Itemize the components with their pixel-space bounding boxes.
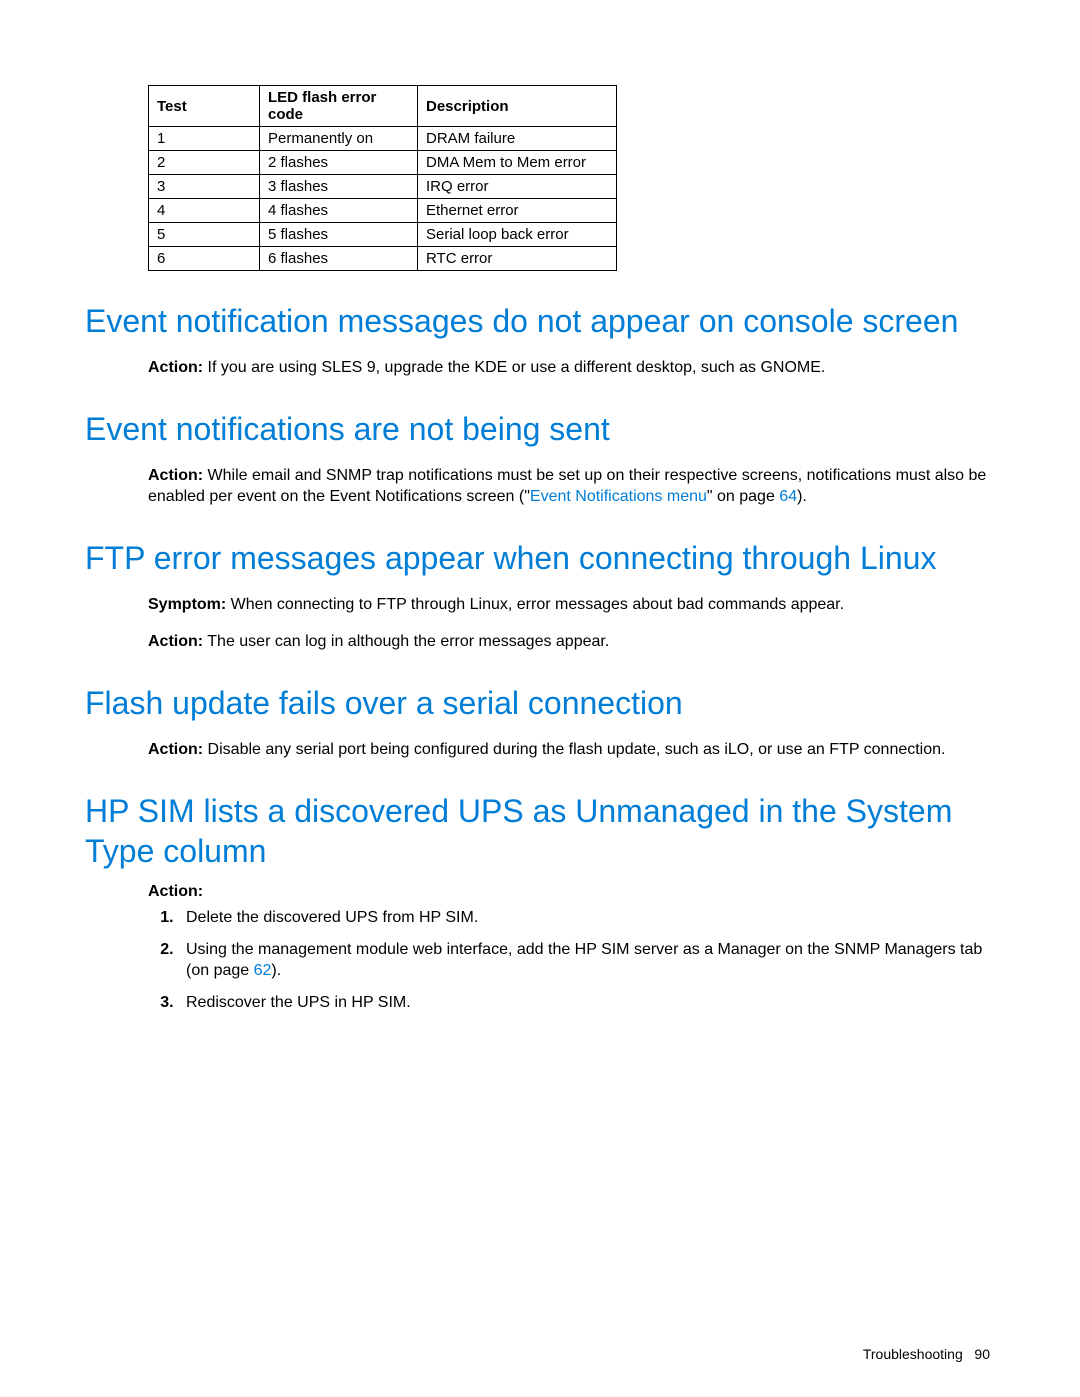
body-ftp-symptom: Symptom: When connecting to FTP through … [148, 594, 995, 616]
body-hp-sim: Action: Delete the discovered UPS from H… [148, 881, 995, 1014]
table-row: 1Permanently onDRAM failure [149, 127, 617, 151]
col-header-desc: Description [418, 86, 617, 127]
action-label: Action: [148, 881, 995, 903]
list-item: Rediscover the UPS in HP SIM. [178, 992, 995, 1014]
symptom-label: Symptom: [148, 596, 226, 613]
table-row: 55 flashesSerial loop back error [149, 223, 617, 247]
table-header-row: Test LED flash error code Description [149, 86, 617, 127]
action-steps-list: Delete the discovered UPS from HP SIM. U… [148, 907, 995, 1013]
heading-event-console: Event notification messages do not appea… [85, 301, 995, 341]
footer-section: Troubleshooting [863, 1346, 963, 1362]
body-flash-update: Action: Disable any serial port being co… [148, 739, 995, 761]
heading-ftp-linux: FTP error messages appear when connectin… [85, 538, 995, 578]
table-row: 44 flashesEthernet error [149, 199, 617, 223]
footer-page-number: 90 [974, 1346, 990, 1362]
action-label: Action: [148, 633, 203, 650]
heading-event-notifications: Event notifications are not being sent [85, 409, 995, 449]
heading-hp-sim: HP SIM lists a discovered UPS as Unmanag… [85, 791, 995, 871]
body-event-console: Action: If you are using SLES 9, upgrade… [148, 357, 995, 379]
action-label: Action: [148, 741, 203, 758]
action-label: Action: [148, 467, 203, 484]
heading-flash-update: Flash update fails over a serial connect… [85, 683, 995, 723]
list-item: Delete the discovered UPS from HP SIM. [178, 907, 995, 929]
link-page-62[interactable]: 62 [254, 962, 272, 979]
table-row: 22 flashesDMA Mem to Mem error [149, 151, 617, 175]
link-event-notifications-menu[interactable]: Event Notifications menu [530, 488, 707, 505]
action-label: Action: [148, 359, 203, 376]
col-header-code: LED flash error code [260, 86, 418, 127]
body-ftp-action: Action: The user can log in although the… [148, 631, 995, 653]
body-event-notifications: Action: While email and SNMP trap notifi… [148, 465, 995, 508]
col-header-test: Test [149, 86, 260, 127]
page-footer: Troubleshooting 90 [863, 1346, 990, 1362]
link-page-64[interactable]: 64 [779, 488, 797, 505]
list-item: Using the management module web interfac… [178, 939, 995, 982]
error-code-table: Test LED flash error code Description 1P… [148, 85, 617, 271]
table-row: 66 flashesRTC error [149, 247, 617, 271]
table-row: 33 flashesIRQ error [149, 175, 617, 199]
